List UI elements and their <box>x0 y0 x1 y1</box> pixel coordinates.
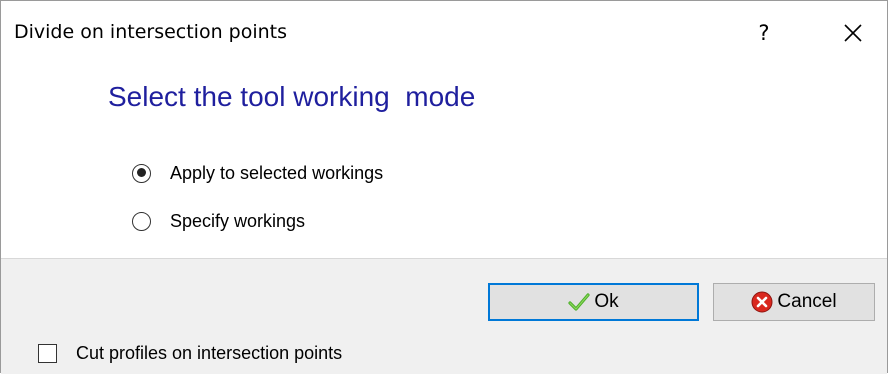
close-button[interactable] <box>833 13 873 53</box>
radio-button-selected[interactable] <box>132 163 151 183</box>
close-icon <box>844 24 862 42</box>
radio-label-specify-workings: Specify workings <box>170 210 306 231</box>
cancel-button[interactable]: Cancel <box>713 283 875 321</box>
dialog-content: Select the tool working mode Apply to se… <box>1 63 887 258</box>
cut-profiles-checkbox[interactable] <box>38 343 57 363</box>
ok-button-label: Ok <box>594 291 619 312</box>
dialog-window: Divide on intersection points ? Select t… <box>0 0 888 374</box>
cut-profiles-option[interactable]: Cut profiles on intersection points <box>38 342 342 364</box>
radio-button-unselected[interactable] <box>132 211 151 231</box>
help-button[interactable]: ? <box>745 11 783 55</box>
cancel-button-label: Cancel <box>777 291 837 312</box>
radio-specify-workings[interactable]: Specify workings <box>132 208 305 234</box>
radio-apply-to-selected[interactable]: Apply to selected workings <box>132 160 383 186</box>
window-title: Divide on intersection points <box>14 21 288 43</box>
cancel-x-icon <box>751 291 773 313</box>
radio-label-apply-to-selected: Apply to selected workings <box>170 162 384 183</box>
dialog-footer: Ok Cancel Cut profiles on intersection p… <box>1 258 887 374</box>
ok-button[interactable]: Ok <box>488 283 699 321</box>
cut-profiles-label: Cut profiles on intersection points <box>76 342 343 363</box>
checkmark-icon <box>568 293 590 311</box>
mode-heading: Select the tool working mode <box>108 81 476 112</box>
title-bar: Divide on intersection points ? <box>1 1 887 63</box>
